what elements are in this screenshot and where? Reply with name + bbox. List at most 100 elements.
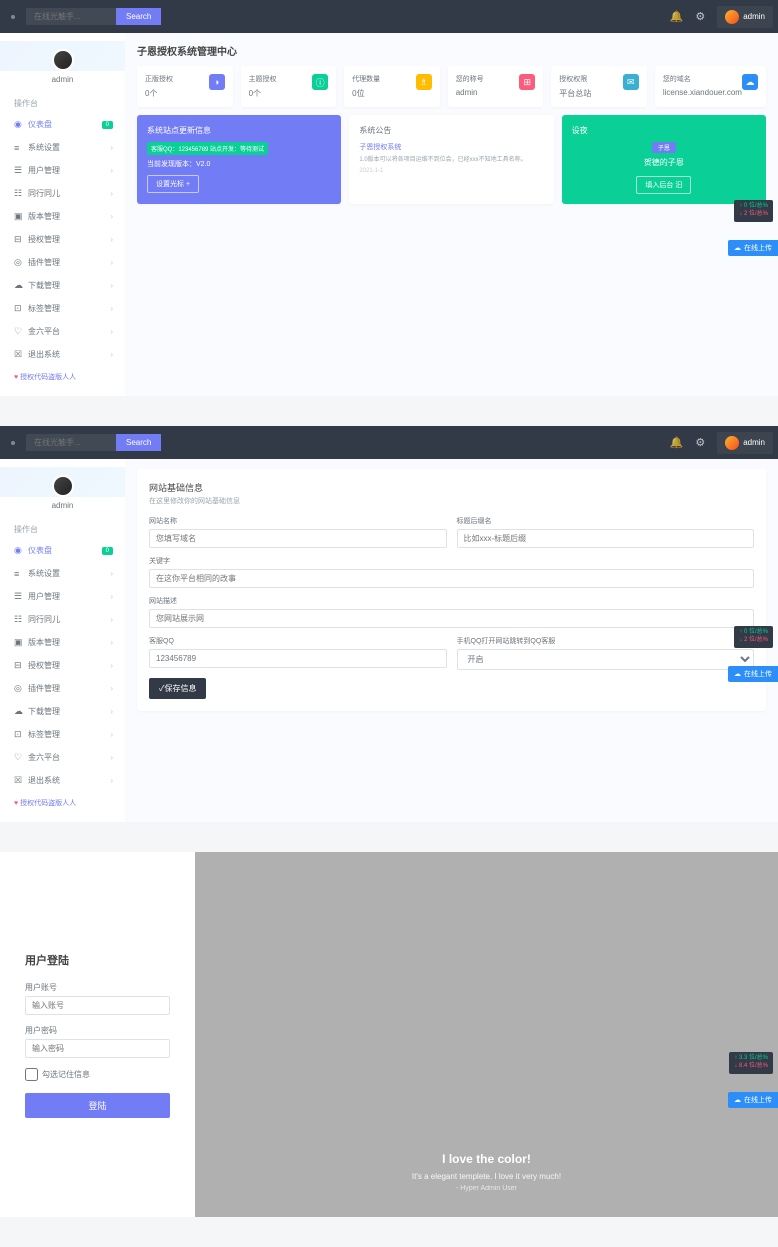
sidebar-item-label: 同行同儿: [28, 614, 60, 625]
menu-icon: ▣: [14, 211, 28, 222]
sidebar: admin 操作台 ◉仪表盘0≡系统设置›☰用户管理›☷同行同儿›▣版本管理›⊟…: [0, 33, 125, 396]
sidebar-item-1[interactable]: ≡系统设置›: [0, 136, 125, 159]
mobile-qq-label: 手机QQ打开网站跳转到QQ客服: [457, 636, 755, 646]
chevron-right-icon: ›: [110, 569, 113, 578]
submit-button[interactable]: ✓保存信息: [149, 678, 206, 699]
stat-icon: ⊞: [519, 74, 535, 90]
sidebar-item-6[interactable]: ◎插件管理›: [0, 677, 125, 700]
menu-icon: ◉: [14, 545, 28, 556]
sidebar-item-label: 系统设置: [28, 142, 60, 153]
chevron-right-icon: ›: [110, 258, 113, 267]
sidebar-item-5[interactable]: ⊟授权管理›: [0, 228, 125, 251]
keywords-input[interactable]: [149, 569, 754, 588]
sidebar-item-label: 用户管理: [28, 165, 60, 176]
qq-input[interactable]: [149, 649, 447, 668]
remember-checkbox[interactable]: [25, 1068, 38, 1081]
stats-float: ↑ 0 位/总%↓ 2 位/总%: [734, 200, 773, 222]
bell-icon[interactable]: 🔔: [670, 10, 684, 23]
chevron-right-icon: ›: [110, 638, 113, 647]
chevron-right-icon: ›: [110, 281, 113, 290]
search-input[interactable]: [26, 434, 116, 451]
mobile-qq-select[interactable]: 开启: [457, 649, 755, 670]
update-button[interactable]: 设置光标 +: [147, 175, 199, 193]
sidebar-item-2[interactable]: ☰用户管理›: [0, 159, 125, 182]
search-button[interactable]: Search: [116, 8, 161, 25]
search-input[interactable]: [26, 8, 116, 25]
desc-input[interactable]: [149, 609, 754, 628]
menu-icon: ≡: [14, 569, 28, 579]
stat-value: admin: [456, 88, 484, 97]
sidebar-item-3[interactable]: ☷同行同儿›: [0, 182, 125, 205]
sidebar-username: admin: [0, 501, 125, 510]
title-suffix-input[interactable]: [457, 529, 755, 548]
sidebar-item-0[interactable]: ◉仪表盘0: [0, 113, 125, 136]
menu-icon: ☰: [14, 165, 28, 176]
sidebar-item-label: 系统设置: [28, 568, 60, 579]
sidebar-item-label: 下载管理: [28, 706, 60, 717]
update-card: 系统站点更新信息 客服QQ：123456789 站点开发：等待测试 当前发现版本…: [137, 115, 341, 204]
sidebar-item-1[interactable]: ≡系统设置 ›: [0, 562, 125, 585]
search-button[interactable]: Search: [116, 434, 161, 451]
sidebar-item-3[interactable]: ☷同行同儿›: [0, 608, 125, 631]
feature-tag: 子恩: [652, 142, 676, 153]
menu-icon: ⊡: [14, 729, 28, 740]
cloud-icon: ☁: [734, 244, 741, 252]
cloud-icon: ☁: [734, 1096, 741, 1104]
user-menu[interactable]: admin: [717, 6, 773, 28]
stat-value: 0个: [249, 88, 277, 99]
sidebar-avatar: [52, 475, 74, 497]
user-menu[interactable]: admin: [717, 432, 773, 454]
login-button[interactable]: 登陆: [25, 1093, 170, 1118]
sidebar-item-7[interactable]: ☁下载管理›: [0, 700, 125, 723]
sidebar-item-4[interactable]: ▣版本管理›: [0, 205, 125, 228]
qq-label: 客服QQ: [149, 636, 447, 646]
sidebar-item-5[interactable]: ⊟授权管理›: [0, 654, 125, 677]
stat-value: 0个: [145, 88, 173, 99]
remember-label: 勾选记住信息: [42, 1069, 90, 1080]
feature-button[interactable]: 填入后台 汩: [636, 176, 691, 194]
upload-float-button[interactable]: ☁在线上传: [728, 240, 778, 256]
sidebar-item-0[interactable]: ◉仪表盘0: [0, 539, 125, 562]
sidebar-avatar: [52, 49, 74, 71]
feature-card: 设夜 子恩 贺德的子恩 填入后台 汩: [562, 115, 766, 204]
stat-card-3: 您的称号admin⊞: [448, 66, 544, 107]
sidebar-item-9[interactable]: ♡金六平台›: [0, 320, 125, 343]
chevron-right-icon: ›: [110, 776, 113, 785]
sidebar-item-2[interactable]: ☰用户管理›: [0, 585, 125, 608]
menu-icon: ◎: [14, 257, 28, 268]
sidebar-username: admin: [0, 75, 125, 84]
sidebar-item-label: 插件管理: [28, 683, 60, 694]
menu-icon: ☒: [14, 349, 28, 360]
menu-icon: ▣: [14, 637, 28, 648]
sidebar-item-label: 同行同儿: [28, 188, 60, 199]
user-name: admin: [743, 438, 765, 447]
gear-icon[interactable]: ⚙: [695, 436, 705, 449]
sidebar-item-8[interactable]: ⊡标签管理›: [0, 723, 125, 746]
sidebar-item-4[interactable]: ▣版本管理›: [0, 631, 125, 654]
upload-float-button[interactable]: ☁在线上传: [728, 1092, 778, 1108]
notice-link[interactable]: 子恩授权系统: [359, 142, 543, 152]
sidebar-item-label: 用户管理: [28, 591, 60, 602]
sidebar-item-10[interactable]: ☒退出系统›: [0, 343, 125, 366]
form-card: 网站基础信息 在这里修改你的网站基础信息 网站名称 标题后缀名 关键字: [137, 469, 766, 711]
site-name-input[interactable]: [149, 529, 447, 548]
sidebar-item-label: 金六平台: [28, 752, 60, 763]
username-input[interactable]: [25, 996, 170, 1015]
sidebar-item-7[interactable]: ☁下载管理›: [0, 274, 125, 297]
sidebar-footer: ♥ 授权代码盗版人人: [0, 792, 125, 814]
chevron-right-icon: ›: [110, 350, 113, 359]
sidebar-item-9[interactable]: ♡金六平台›: [0, 746, 125, 769]
notice-date: 2021-1-1: [359, 168, 543, 174]
password-input[interactable]: [25, 1039, 170, 1058]
sidebar-item-label: 插件管理: [28, 257, 60, 268]
password-label: 用户密码: [25, 1025, 170, 1036]
login-title: 用户登陆: [25, 952, 170, 968]
sidebar-item-6[interactable]: ◎插件管理 ›: [0, 251, 125, 274]
bell-icon[interactable]: 🔔: [670, 436, 684, 449]
menu-icon: ♡: [14, 326, 28, 337]
sidebar-item-8[interactable]: ⊡标签管理›: [0, 297, 125, 320]
gear-icon[interactable]: ⚙: [695, 10, 705, 23]
stat-card-4: 授权权限平台总站✉: [551, 66, 647, 107]
upload-float-button[interactable]: ☁在线上传: [728, 666, 778, 682]
sidebar-item-10[interactable]: ☒退出系统›: [0, 769, 125, 792]
